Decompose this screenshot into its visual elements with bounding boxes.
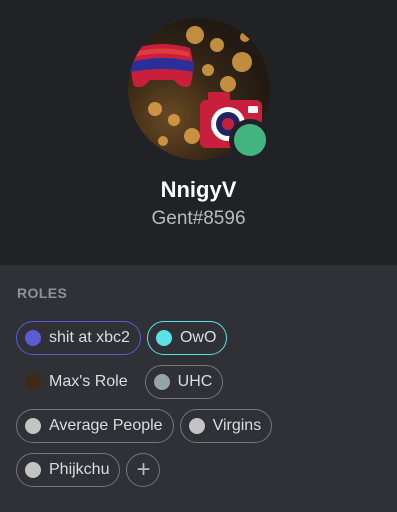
role-pill[interactable]: Virgins [179,409,273,443]
role-color-dot[interactable] [25,374,41,390]
role-pill[interactable]: OwO [146,321,228,355]
bokeh-light [202,64,214,76]
role-name: shit at xbc2 [49,329,130,346]
roles-row: shit at xbc2 OwO [16,320,386,356]
bokeh-light [148,102,162,116]
role-pill[interactable]: Average People [16,409,174,443]
roles-row: Phijkchu + [16,452,386,488]
bokeh-light [240,32,250,42]
role-color-dot[interactable] [25,418,41,434]
role-name: Average People [49,417,163,434]
bokeh-light [158,136,168,146]
roles-heading: ROLES [17,285,68,301]
role-color-dot[interactable] [188,418,205,434]
role-name: UHC [177,373,213,390]
role-name: Phijkchu [49,461,110,478]
bokeh-light [232,52,252,72]
bokeh-light [210,38,224,52]
role-name: Virgins [212,417,262,434]
profile-header: NnigyV Gent#8596 [0,0,397,265]
online-status-indicator [234,124,266,156]
add-role-button[interactable]: + [126,453,161,487]
role-color-dot[interactable] [153,374,170,390]
role-pill[interactable]: Max's Role [16,365,139,399]
role-name: OwO [179,329,217,346]
role-color-dot[interactable] [25,330,41,346]
roles-row: Max's Role UHC [16,364,386,400]
roles-list: shit at xbc2 OwO Max's Role UHC Average … [16,320,386,496]
username: NnigyV [160,177,237,202]
roles-row: Average People Virgins [16,408,386,444]
gamepad-icon [130,44,194,88]
user-tag: Gent#8596 [151,208,246,229]
role-pill[interactable]: UHC [144,365,224,399]
role-color-dot[interactable] [25,462,41,478]
user-profile-popout: NnigyV Gent#8596 ROLES shit at xbc2 OwO … [0,0,397,512]
role-color-dot[interactable] [155,330,172,346]
role-pill[interactable]: shit at xbc2 [16,321,141,355]
plus-icon: + [136,456,151,483]
bokeh-light [168,114,180,126]
role-pill[interactable]: Phijkchu [16,453,121,487]
role-name: Max's Role [49,373,128,390]
